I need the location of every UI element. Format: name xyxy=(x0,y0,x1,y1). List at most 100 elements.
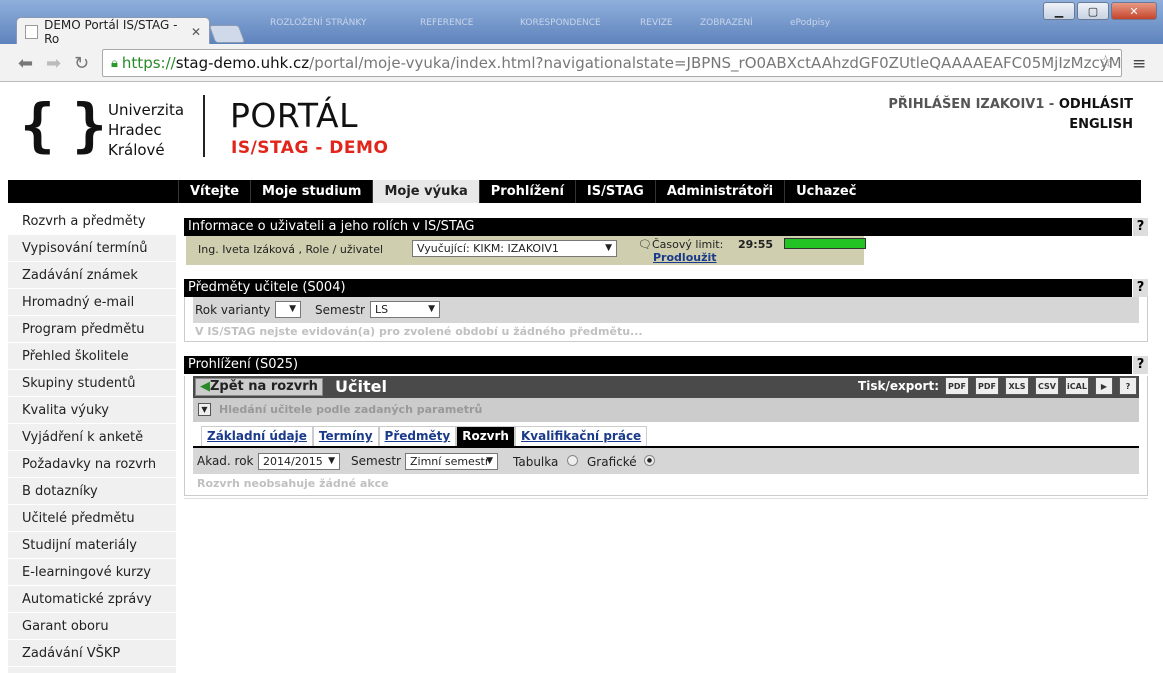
sidebar-item[interactable]: Vypisování termínů xyxy=(8,235,176,262)
export-label: Tisk/export: xyxy=(858,379,939,393)
sidebar-item[interactable]: Studijní materiály xyxy=(8,532,176,559)
tab-kvalifikacni-prace[interactable]: Kvalifikační práce xyxy=(514,426,648,446)
help-icon[interactable]: ? xyxy=(1132,218,1148,236)
help-icon[interactable]: ? xyxy=(1132,279,1148,297)
sidebar-item[interactable]: Rozvrh a předměty xyxy=(8,208,176,235)
table-radio[interactable] xyxy=(567,455,578,466)
year-label: Rok varianty xyxy=(195,303,271,317)
sidebar-item[interactable]: Program předmětu xyxy=(8,316,176,343)
help-icon[interactable]: ? xyxy=(1132,356,1148,374)
pdf-export-icon[interactable]: PDF xyxy=(945,377,969,395)
logo-divider xyxy=(203,95,205,157)
logo-line: Králové xyxy=(108,141,165,159)
csv-export-icon[interactable]: CSV xyxy=(1035,377,1059,395)
nav-prohlizeni[interactable]: Prohlížení xyxy=(478,180,575,203)
tabs-container: Základní údaje Termíny Předměty Rozvrh K… xyxy=(193,426,1139,448)
faded-text: REVIZE xyxy=(640,18,673,28)
dropdown-arrow-icon: ▼ xyxy=(428,304,435,314)
sidebar: Rozvrh a předměty Vypisování termínů Zad… xyxy=(8,208,176,673)
subjects-header: Předměty učitele (S004)? xyxy=(184,279,1148,297)
browser-tab[interactable]: DEMO Portál IS/STAG - Ro ✕ xyxy=(16,17,210,46)
forward-icon[interactable]: ➡ xyxy=(46,53,61,74)
back-icon[interactable]: ⬅ xyxy=(18,53,33,74)
info-title: Informace o uživateli a jeho rolích v IS… xyxy=(188,219,475,234)
pdf-export-icon[interactable]: PDF xyxy=(975,377,999,395)
schedule-filter: Akad. rok 2014/2015 ▼ Semestr Zimní semes… xyxy=(193,448,1139,474)
sidebar-item[interactable]: Kvalita výuky xyxy=(8,397,176,424)
sidebar-item[interactable]: Vyjádření k anketě xyxy=(8,424,176,451)
tab-rozvrh[interactable]: Rozvrh xyxy=(456,426,515,446)
english-link[interactable]: ENGLISH xyxy=(888,115,1133,135)
user-name: Ing. Iveta Izáková , Role / uživatel xyxy=(198,243,384,256)
browse-body: ◀Zpět na rozvrh Učitel Tisk/export: PDF … xyxy=(184,376,1148,496)
logo-right-brace-icon: } xyxy=(72,91,107,159)
browse-title: Prohlížení (S025) xyxy=(188,357,299,372)
new-tab-button[interactable] xyxy=(208,25,246,43)
menu-icon[interactable]: ≡ xyxy=(1132,54,1146,74)
subjects-title: Předměty učitele (S004) xyxy=(188,280,346,295)
extend-link[interactable]: Prodloužit xyxy=(653,251,717,264)
xls-export-icon[interactable]: XLS xyxy=(1005,377,1029,395)
sem-select[interactable]: Zimní semestr ▼ xyxy=(405,453,498,470)
minimize-button[interactable]: ▁ xyxy=(1043,2,1075,20)
role-value: Vyučující: KIKM: IZAKOIV1 xyxy=(417,242,559,255)
subjects-filter: Rok varianty ▼ Semestr LS ▼ xyxy=(193,297,1139,323)
next-icon[interactable]: ▶ xyxy=(1095,377,1113,395)
sidebar-item[interactable]: Skupiny studentů xyxy=(8,370,176,397)
sidebar-item[interactable]: Hromadný e-mail xyxy=(8,289,176,316)
sidebar-item[interactable]: Zadávání VŠKP xyxy=(8,640,176,667)
search-toggle-label[interactable]: Hledání učitele podle zadaných parametrů xyxy=(219,403,482,416)
back-label: Zpět na rozvrh xyxy=(210,379,318,394)
browse-toolbar: ◀Zpět na rozvrh Učitel Tisk/export: PDF … xyxy=(193,376,1139,398)
close-window-button[interactable]: ✕ xyxy=(1111,2,1157,20)
ical-export-icon[interactable]: iCAL xyxy=(1065,377,1089,395)
nav-moje-studium[interactable]: Moje studium xyxy=(250,180,372,203)
url-host: stag-demo.uhk.cz xyxy=(175,54,310,72)
dash: - xyxy=(1044,97,1059,112)
help-icon[interactable]: ? xyxy=(1119,377,1137,395)
expand-icon[interactable]: ▼ xyxy=(198,403,211,416)
nav-isstag[interactable]: IS/STAG xyxy=(574,180,655,203)
schedule-empty-message: Rozvrh neobsahuje žádné akce xyxy=(197,477,389,490)
graphic-radio[interactable]: ● xyxy=(644,455,655,466)
sidebar-item[interactable]: E-learningové kurzy xyxy=(8,559,176,586)
role-select[interactable]: Vyučující: KIKM: IZAKOIV1 ▼ xyxy=(412,240,617,257)
sidebar-item[interactable]: Zadávání známek xyxy=(8,262,176,289)
reload-icon[interactable]: ↻ xyxy=(74,53,89,74)
time-value: 29:55 xyxy=(738,238,774,251)
tab-predmety[interactable]: Předměty xyxy=(378,426,457,446)
semester-label: Semestr xyxy=(315,303,365,317)
sidebar-item[interactable]: Přehled školitele xyxy=(8,343,176,370)
faded-text: REFERENCE xyxy=(420,18,474,28)
url-path: /portal/moje-vyuka/index.html?navigation… xyxy=(309,54,1122,72)
title-bar: DEMO Portál IS/STAG - Ro ✕ ROZLOŽENÍ STR… xyxy=(0,0,1163,46)
nav-moje-vyuka[interactable]: Moje výuka xyxy=(372,180,479,203)
semester-select[interactable]: LS ▼ xyxy=(370,301,440,318)
subjects-section: Předměty učitele (S004)? Rok varianty ▼ … xyxy=(184,279,1148,342)
akad-select[interactable]: 2014/2015 ▼ xyxy=(258,453,340,470)
clock-icon: 🗨︎ xyxy=(638,238,652,251)
year-select[interactable]: ▼ xyxy=(275,301,301,318)
login-area: PŘIHLÁŠEN IZAKOIV1 - ODHLÁSIT ENGLISH xyxy=(888,95,1133,135)
nav-vitejte[interactable]: Vítejte xyxy=(178,180,250,203)
sidebar-item[interactable]: Učitelé předmětu xyxy=(8,505,176,532)
sidebar-item[interactable]: Automatické zprávy xyxy=(8,586,176,613)
close-tab-icon[interactable]: ✕ xyxy=(191,25,201,39)
logout-link[interactable]: ODHLÁSIT xyxy=(1059,97,1133,112)
tab-terminy[interactable]: Termíny xyxy=(312,426,379,446)
sidebar-item[interactable]: B dotazníky xyxy=(8,478,176,505)
dropdown-arrow-icon: ▼ xyxy=(328,456,335,466)
dropdown-arrow-icon: ▼ xyxy=(289,304,296,314)
semester-value: LS xyxy=(375,303,389,316)
sidebar-item[interactable]: Požadavky na rozvrh xyxy=(8,451,176,478)
nav-uchazec[interactable]: Uchazeč xyxy=(784,180,867,203)
tab-zakladni-udaje[interactable]: Základní údaje xyxy=(201,426,313,446)
sidebar-item[interactable]: Garant oboru xyxy=(8,613,176,640)
address-bar[interactable]: 🔒︎ https:// stag-demo.uhk.cz /portal/moj… xyxy=(102,49,1122,77)
back-to-schedule-button[interactable]: ◀Zpět na rozvrh xyxy=(195,378,323,396)
main-nav: Vítejte Moje studium Moje výuka Prohlíže… xyxy=(8,180,1141,203)
info-header: Informace o uživateli a jeho rolích v IS… xyxy=(184,218,1148,236)
maximize-button[interactable]: ▢ xyxy=(1077,2,1109,20)
star-icon[interactable]: ☆ xyxy=(1098,52,1113,72)
nav-administratori[interactable]: Administrátoři xyxy=(654,180,784,203)
